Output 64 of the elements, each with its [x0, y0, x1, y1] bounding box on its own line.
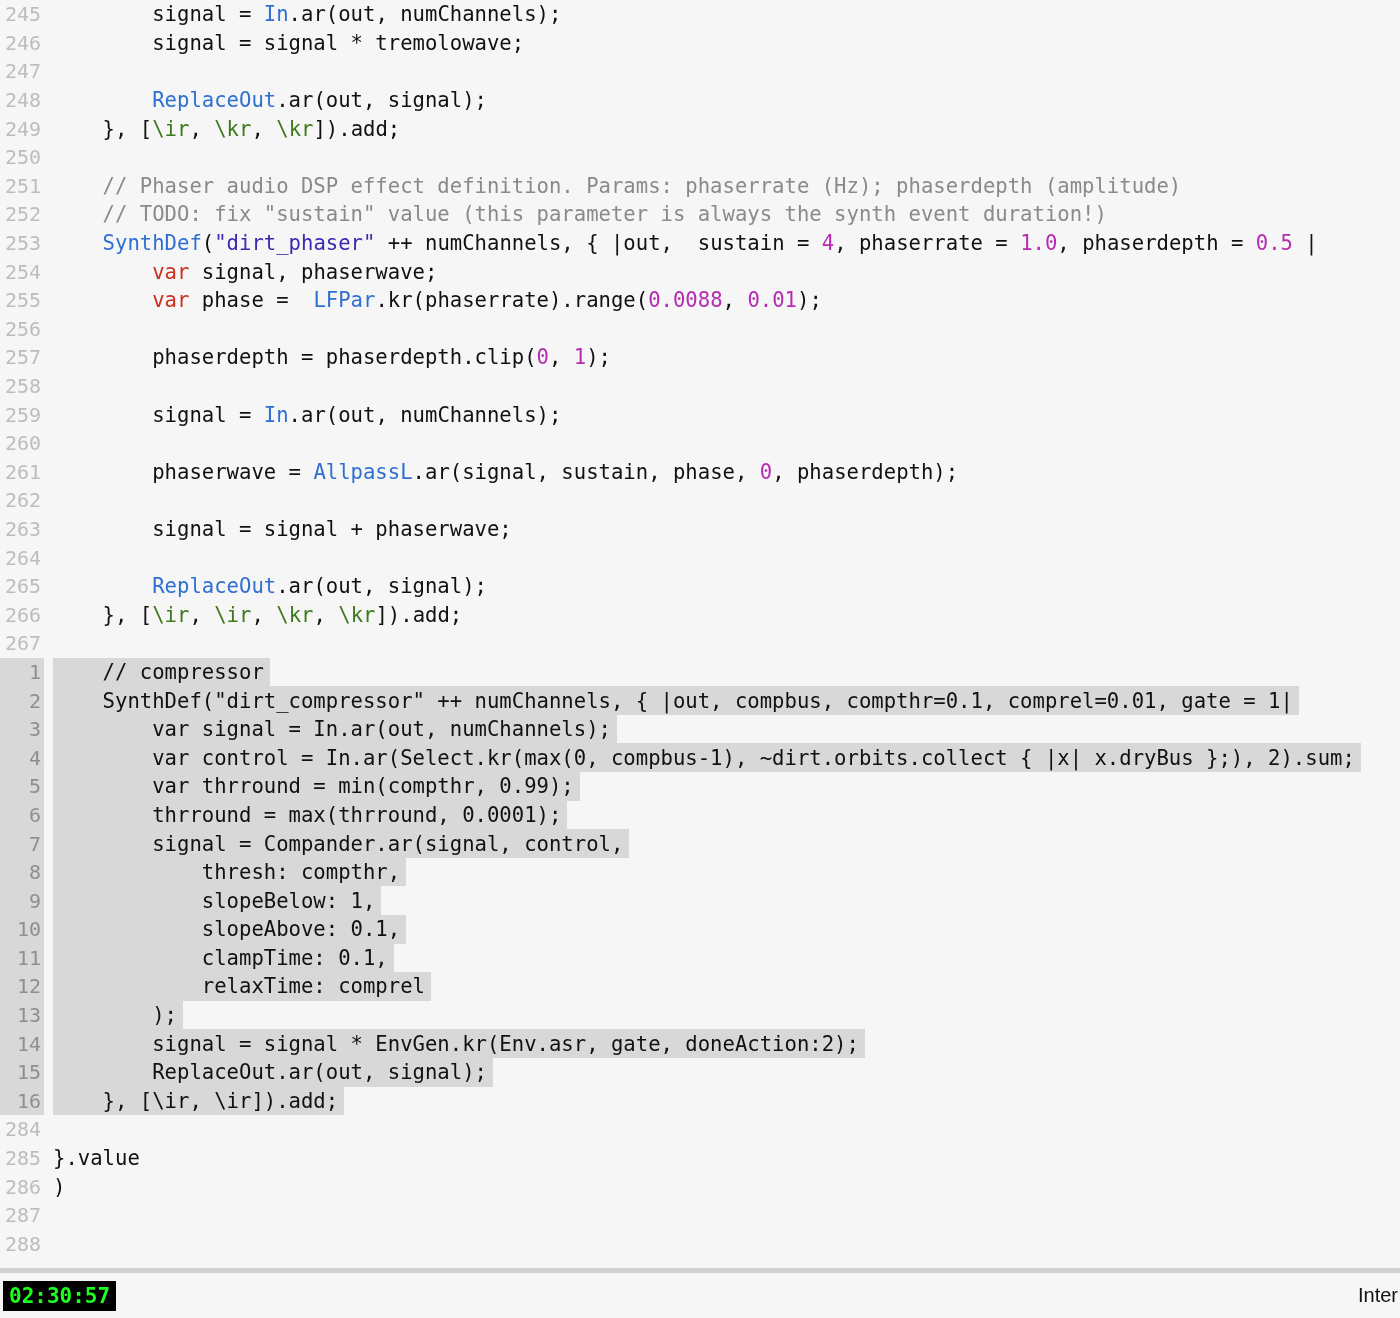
line-number: 287	[4, 1203, 42, 1228]
line-number: 1	[28, 659, 42, 684]
line-number: 255	[4, 288, 42, 313]
code-line: signal = signal * tremolowave;	[151, 29, 526, 57]
line-number: 254	[4, 259, 42, 284]
code-line: }.value	[53, 1145, 141, 1173]
line-number: 249	[4, 116, 42, 141]
line-number: 288	[4, 1231, 42, 1256]
line-number: 2	[28, 688, 42, 713]
code-line: )	[53, 1173, 67, 1201]
code-line: signal = In.ar(out, numChannels);	[151, 401, 563, 429]
horizontal-scrollbar[interactable]	[0, 1268, 1400, 1273]
line-number: 266	[4, 602, 42, 627]
line-number: 6	[28, 802, 42, 827]
line-number: 5	[28, 774, 42, 799]
line-number: 262	[4, 488, 42, 513]
line-number: 250	[4, 145, 42, 170]
line-number: 8	[28, 860, 42, 885]
line-number: 15	[16, 1060, 42, 1085]
code-line: SynthDef("dirt_phaser" ++ numChannels, { |out, sustain = 4, phaserrate = 1.0, phaserdepth = 0.5 |	[101, 230, 1319, 258]
line-number: 253	[4, 231, 42, 256]
line-number: 256	[4, 316, 42, 341]
code-line: signal = signal + phaserwave;	[151, 516, 513, 543]
code-line: }, [\ir, \ir, \kr, \kr]).add;	[101, 601, 464, 629]
line-number: 13	[16, 1003, 42, 1028]
code-line: // TODO: fix "sustain" value (this parameter is always the synth event duration!)	[101, 201, 1108, 229]
code-line: var phase = LFPar.kr(phaserrate).range(0.0088, 0.01);	[151, 287, 823, 315]
line-number: 11	[16, 945, 42, 970]
code-line: ReplaceOut.ar(out, signal);	[151, 573, 488, 601]
line-number: 4	[28, 745, 42, 770]
line-number: 14	[16, 1031, 42, 1056]
line-number: 263	[4, 517, 42, 541]
line-number: 252	[4, 202, 42, 227]
line-number: 286	[4, 1174, 42, 1199]
clock: 02:30:57	[3, 1280, 117, 1311]
code-line: phaserdepth = phaserdepth.clip(0, 1);	[151, 344, 612, 372]
line-number: 259	[4, 402, 42, 427]
line-number: 265	[4, 574, 42, 599]
code-line: ReplaceOut.ar(out, signal);	[151, 87, 488, 115]
line-number: 285	[4, 1146, 42, 1171]
line-number: 3	[28, 717, 42, 742]
line-number: 10	[16, 917, 42, 942]
code-line: signal = In.ar(out, numChannels);	[151, 1, 563, 29]
code-line: }, [\ir, \kr, \kr]).add;	[101, 115, 402, 143]
line-number: 264	[4, 545, 42, 570]
line-number: 260	[4, 431, 42, 456]
mode-label: Inter	[1357, 1284, 1398, 1307]
line-number: 246	[4, 30, 42, 55]
line-number: 9	[28, 888, 42, 913]
line-number: 257	[4, 345, 42, 370]
line-number: 258	[4, 374, 42, 398]
line-number: 247	[4, 59, 42, 84]
line-number: 251	[4, 173, 42, 198]
line-number: 245	[4, 2, 42, 27]
line-number: 261	[4, 459, 42, 484]
line-number: 7	[28, 831, 42, 856]
line-number: 16	[16, 1088, 42, 1113]
code-line: // Phaser audio DSP effect definition. Params: phaserrate (Hz); phaserdepth (amplitude)	[101, 172, 1183, 200]
line-number: 248	[4, 88, 42, 113]
line-number: 284	[4, 1117, 42, 1142]
code-line: var signal, phaserwave;	[151, 258, 439, 286]
line-number: 267	[4, 631, 42, 656]
line-number: 12	[16, 974, 42, 999]
code-line: phaserwave = AllpassL.ar(signal, sustain, phase, 0, phaserdepth);	[151, 458, 960, 486]
